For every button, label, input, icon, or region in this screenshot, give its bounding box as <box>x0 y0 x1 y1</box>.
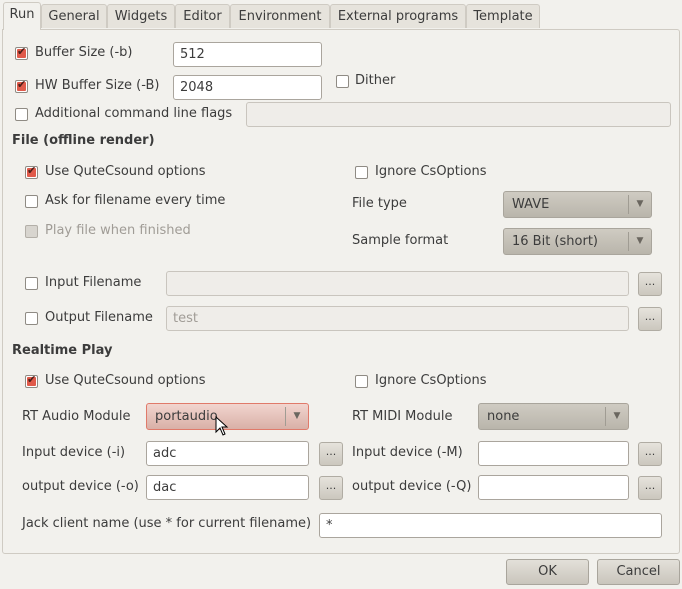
rt-midi-select[interactable]: none ▼ <box>478 403 629 430</box>
rt-audio-label: RT Audio Module <box>22 409 131 424</box>
input-device-label: Input device (-i) <box>22 445 126 460</box>
output-device-input[interactable]: dac <box>146 475 309 500</box>
buffer-size-label: Buffer Size (-b) <box>35 45 133 60</box>
rt-use-qutecsound-label: Use QuteCsound options <box>45 373 206 388</box>
buffer-size-input[interactable]: 512 <box>173 42 322 67</box>
output-filename-label: Output Filename <box>45 310 153 325</box>
rt-midi-value: none <box>487 409 520 424</box>
mouse-cursor-icon <box>215 416 229 436</box>
file-type-select[interactable]: WAVE ▼ <box>503 191 652 218</box>
file-use-qutecsound-checkbox[interactable] <box>25 164 38 179</box>
hw-buffer-size-input[interactable]: 2048 <box>173 75 322 100</box>
dropdown-arrow-icon: ▼ <box>628 232 651 251</box>
dither-checkbox[interactable] <box>336 75 349 88</box>
input-filename-label: Input Filename <box>45 275 142 290</box>
file-ignore-csoptions-checkbox[interactable] <box>355 166 368 179</box>
hw-buffer-size-label: HW Buffer Size (-B) <box>35 78 160 93</box>
midi-input-device-browse-button[interactable]: ... <box>638 442 662 466</box>
tab-editor[interactable]: Editor <box>175 4 230 28</box>
dropdown-arrow-icon: ▼ <box>628 195 651 214</box>
sample-format-label: Sample format <box>352 233 449 248</box>
rt-audio-value: portaudio <box>155 409 218 424</box>
play-when-finished-checkbox[interactable] <box>25 225 38 238</box>
file-section-heading: File (offline render) <box>12 133 155 148</box>
input-device-browse-button[interactable]: ... <box>319 442 343 466</box>
play-when-finished-label: Play file when finished <box>45 223 191 238</box>
tab-general[interactable]: General <box>41 4 107 28</box>
tab-run[interactable]: Run <box>3 2 41 30</box>
jack-client-input[interactable]: * <box>319 513 662 538</box>
ask-filename-checkbox[interactable] <box>25 195 38 208</box>
dropdown-arrow-icon: ▼ <box>285 407 308 426</box>
output-filename-input[interactable]: test <box>166 306 629 331</box>
input-device-input[interactable]: adc <box>146 441 309 466</box>
midi-input-device-input[interactable] <box>478 441 629 466</box>
dropdown-arrow-icon: ▼ <box>605 407 628 426</box>
output-filename-checkbox[interactable] <box>25 312 38 325</box>
midi-input-device-label: Input device (-M) <box>352 445 463 460</box>
rt-midi-label: RT MIDI Module <box>352 409 453 424</box>
buffer-size-checkbox[interactable] <box>15 45 28 60</box>
cancel-button[interactable]: Cancel <box>597 559 680 585</box>
jack-client-label: Jack client name (use * for current file… <box>22 516 312 531</box>
sample-format-select[interactable]: 16 Bit (short) ▼ <box>503 228 652 255</box>
rt-ignore-csoptions-checkbox[interactable] <box>355 375 368 388</box>
input-filename-checkbox[interactable] <box>25 277 38 290</box>
file-ignore-csoptions-label: Ignore CsOptions <box>375 164 487 179</box>
additional-flags-checkbox[interactable] <box>15 108 28 121</box>
rt-ignore-csoptions-label: Ignore CsOptions <box>375 373 487 388</box>
output-device-browse-button[interactable]: ... <box>319 476 343 500</box>
input-filename-input[interactable] <box>166 271 629 296</box>
additional-flags-input[interactable] <box>246 102 671 127</box>
additional-flags-label: Additional command line flags <box>35 106 233 121</box>
output-filename-browse-button[interactable]: ... <box>638 307 662 331</box>
sample-format-value: 16 Bit (short) <box>512 234 598 249</box>
ask-filename-label: Ask for filename every time <box>45 193 226 208</box>
tab-widgets[interactable]: Widgets <box>107 4 175 28</box>
ok-button[interactable]: OK <box>506 559 589 585</box>
midi-output-device-label: output device (-Q) <box>352 479 472 494</box>
hw-buffer-size-checkbox[interactable] <box>15 78 28 93</box>
midi-output-device-browse-button[interactable]: ... <box>638 476 662 500</box>
realtime-section-heading: Realtime Play <box>12 343 113 358</box>
dither-label: Dither <box>355 73 396 88</box>
file-type-label: File type <box>352 196 407 211</box>
file-use-qutecsound-label: Use QuteCsound options <box>45 164 206 179</box>
output-device-label: output device (-o) <box>22 479 139 494</box>
midi-output-device-input[interactable] <box>478 475 629 500</box>
tab-external-programs[interactable]: External programs <box>330 4 466 28</box>
rt-use-qutecsound-checkbox[interactable] <box>25 373 38 388</box>
file-type-value: WAVE <box>512 197 550 212</box>
input-filename-browse-button[interactable]: ... <box>638 272 662 296</box>
tab-template[interactable]: Template <box>466 4 540 28</box>
tab-environment[interactable]: Environment <box>230 4 330 28</box>
